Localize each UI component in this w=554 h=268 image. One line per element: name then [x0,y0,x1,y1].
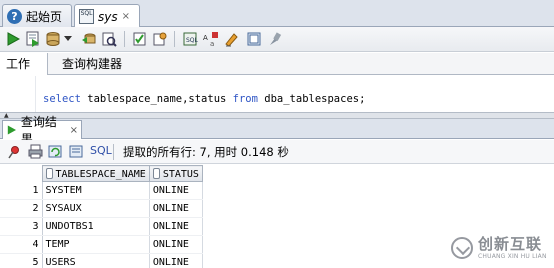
cell-tablespace-name[interactable]: TEMP [42,235,150,254]
result-tab-bar: 查询结果 × [0,115,554,146]
help-icon: ? [7,8,22,24]
table-row[interactable]: 3 UNDOTBS1 ONLINE [0,217,203,236]
column-header-tablespace-name[interactable]: TABLESPACE_NAME [41,165,150,182]
unshared-sql-icon[interactable]: SQL [182,30,200,48]
result-toolbar-divider [113,144,114,160]
cell-status[interactable]: ONLINE [149,181,203,200]
row-number: 2 [0,199,43,218]
history-icon[interactable] [245,30,263,48]
run-statement-icon[interactable] [4,30,22,48]
editor-subtabs: 工作表 查询构建器 [0,53,554,93]
cell-tablespace-name[interactable]: SYSAUX [42,199,150,218]
table-row[interactable]: 4 TEMP ONLINE [0,235,203,254]
explain-plan-icon[interactable] [100,30,118,48]
sql-editor[interactable]: select tablespace_name,status from dba_t… [0,76,554,112]
cell-status[interactable]: ONLINE [149,253,203,268]
watermark-sub-text: CHUANG XIN HU LIAN [478,252,547,260]
table-row[interactable]: 1 SYSTEM ONLINE [0,181,203,200]
sql-tuning-icon[interactable] [151,30,169,48]
to-upper-icon[interactable]: Aa [202,30,220,48]
autotrace-icon[interactable] [131,30,149,48]
cell-status[interactable]: ONLINE [149,235,203,254]
tab-query-builder[interactable]: 查询构建器 [56,53,128,75]
tab-sys-label: sys [98,9,118,24]
row-number: 5 [0,253,43,268]
svg-text:SQL: SQL [186,37,199,44]
toolbar-divider [174,31,175,47]
table-row[interactable]: 5 USERS ONLINE [0,253,203,268]
tab-start-page[interactable]: ? 起始页 [2,4,72,27]
watermark-text: 创新互联 CHUANG XIN HU LIAN [478,234,547,261]
print-icon[interactable] [27,143,43,160]
document-tab-bar: ? 起始页 SQL sys × [0,0,554,28]
cell-tablespace-name[interactable]: SYSTEM [42,181,150,200]
close-tab-icon[interactable]: × [122,11,130,22]
watermark-logo: 创新互联 CHUANG XIN HU LIAN [451,228,554,268]
cell-status[interactable]: ONLINE [149,217,203,236]
tab-query-result[interactable]: 查询结果 × [2,115,82,146]
run-script-icon[interactable] [24,30,42,48]
refresh-icon[interactable] [47,143,63,160]
watermark-logo-icon [451,237,473,259]
toolbar-divider [124,31,125,47]
row-number-header [0,165,43,182]
commit-icon[interactable] [44,30,62,48]
clear-icon[interactable] [222,30,240,48]
sql-worksheet-icon: SQL [79,9,94,24]
row-number: 1 [0,181,43,200]
run-result-icon [7,125,17,135]
chevron-down-icon[interactable] [62,30,74,48]
sql-table: dba_tablespaces; [257,93,366,105]
tab-worksheet[interactable]: 工作表 [0,53,48,93]
column-header-label: TABLESPACE_NAME [55,168,146,180]
tab-sys-worksheet[interactable]: SQL sys × [74,4,140,28]
row-number: 4 [0,235,43,254]
results-table: TABLESPACE_NAME STATUS 1 SYSTEM ONLINE 2… [0,165,203,268]
pin-icon[interactable] [6,143,22,160]
column-handle-icon [152,167,160,179]
worksheet-toolbar: SQL Aa [0,27,554,52]
svg-text:a: a [210,40,214,47]
table-row[interactable]: 2 SYSAUX ONLINE [0,199,203,218]
sql-keyword-from: from [232,93,258,105]
cell-status[interactable]: ONLINE [149,199,203,218]
sql-columns: tablespace_name,status [80,93,233,105]
column-header-status[interactable]: STATUS [148,165,203,182]
close-result-tab-icon[interactable]: × [70,125,78,136]
sql-keyword-select: select [43,93,81,105]
fetch-status: 提取的所有行: 7, 用时 0.148 秒 [123,145,289,159]
result-toolbar: SQL 提取的所有行: 7, 用时 0.148 秒 [0,140,554,164]
sql-button[interactable]: SQL [90,144,112,157]
svg-text:A: A [203,34,208,42]
column-handle-icon [45,167,53,179]
row-number: 3 [0,217,43,236]
editor-gutter [0,76,36,112]
pane-splitter[interactable]: ▲▼ [0,112,554,126]
cell-tablespace-name[interactable]: UNDOTBS1 [42,217,150,236]
tab-start-page-label: 起始页 [26,9,63,24]
format-icon[interactable] [265,30,283,48]
sql-statement[interactable]: select tablespace_name,status from dba_t… [43,93,365,105]
column-header-label: STATUS [162,168,199,180]
cell-tablespace-name[interactable]: USERS [42,253,150,268]
export-icon[interactable] [68,143,84,160]
rollback-icon[interactable] [80,30,98,48]
watermark-main-text: 创新互联 [478,234,543,253]
